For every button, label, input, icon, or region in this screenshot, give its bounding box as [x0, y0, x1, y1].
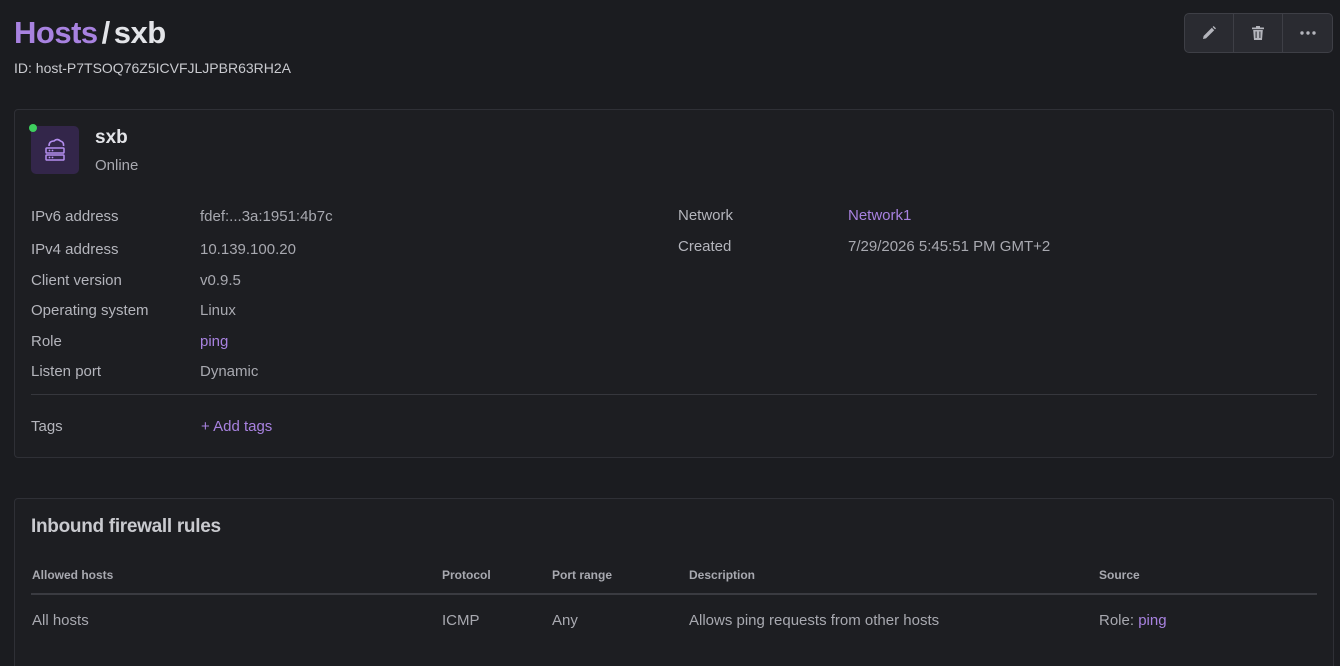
- table-header-divider: [31, 593, 1317, 595]
- delete-button[interactable]: [1234, 14, 1283, 52]
- listen-port-value: Dynamic: [200, 363, 259, 380]
- host-id: ID: host-P7TSOQ76Z5ICVFJLJPBR63RH2A: [14, 60, 291, 76]
- network-label: Network: [678, 207, 734, 224]
- column-header-allowed-hosts: Allowed hosts: [32, 568, 114, 582]
- edit-button[interactable]: [1185, 14, 1234, 52]
- column-header-description: Description: [689, 568, 756, 582]
- created-value: 7/29/2026 5:45:51 PM GMT+2: [848, 238, 1051, 255]
- listen-port-label: Listen port: [31, 363, 102, 380]
- trash-icon: [1252, 26, 1264, 40]
- more-button[interactable]: [1283, 14, 1332, 52]
- os-value: Linux: [200, 302, 236, 319]
- client-version-value: v0.9.5: [200, 272, 241, 289]
- source-prefix: Role:: [1099, 612, 1135, 629]
- column-header-source: Source: [1099, 568, 1140, 582]
- host-status: Online: [95, 157, 139, 174]
- network-link[interactable]: Network1: [848, 207, 911, 224]
- host-details-card: sxb Online IPv6 address fdef:...3a:1951:…: [14, 109, 1334, 458]
- cell-protocol: ICMP: [442, 612, 480, 629]
- ipv6-label: IPv6 address: [31, 208, 119, 225]
- cell-port-range: Any: [552, 612, 578, 629]
- ipv6-value: fdef:...3a:1951:4b7c: [200, 208, 333, 225]
- firewall-rules-card: Inbound firewall rules Allowed hosts Pro…: [14, 498, 1334, 666]
- source-role-link[interactable]: ping: [1138, 612, 1166, 629]
- cell-source: Role: ping: [1099, 612, 1167, 629]
- breadcrumb-separator: /: [101, 15, 111, 50]
- column-header-protocol: Protocol: [442, 568, 491, 582]
- host-name: sxb: [95, 127, 128, 148]
- add-tags-button[interactable]: + Add tags: [201, 418, 272, 435]
- more-horizontal-icon: [1299, 31, 1316, 35]
- cell-description: Allows ping requests from other hosts: [689, 612, 940, 629]
- ipv4-value: 10.139.100.20: [200, 241, 296, 258]
- os-label: Operating system: [31, 302, 149, 319]
- role-link[interactable]: ping: [200, 333, 228, 350]
- cell-allowed-hosts: All hosts: [32, 612, 89, 629]
- page-header: Hosts / sxb ID: host-P7TSOQ76Z5ICVFJLJPBR6…: [14, 13, 1333, 84]
- online-status-dot: [29, 124, 37, 132]
- page-title: Hosts / sxb: [14, 14, 1333, 52]
- ipv4-label: IPv4 address: [31, 241, 119, 258]
- column-header-port-range: Port range: [552, 568, 613, 582]
- breadcrumb-current: sxb: [113, 15, 166, 50]
- client-version-label: Client version: [31, 272, 122, 289]
- host-avatar: [31, 126, 79, 174]
- role-label: Role: [31, 333, 62, 350]
- breadcrumb-hosts-link[interactable]: Hosts: [14, 15, 98, 50]
- tags-label: Tags: [31, 418, 63, 435]
- host-actions-toolbar: [1184, 13, 1333, 53]
- cloud-server-icon: [45, 138, 65, 161]
- pencil-icon: [1203, 26, 1216, 39]
- details-divider: [31, 394, 1317, 395]
- created-label: Created: [678, 238, 732, 255]
- firewall-rules-title: Inbound firewall rules: [31, 516, 221, 537]
